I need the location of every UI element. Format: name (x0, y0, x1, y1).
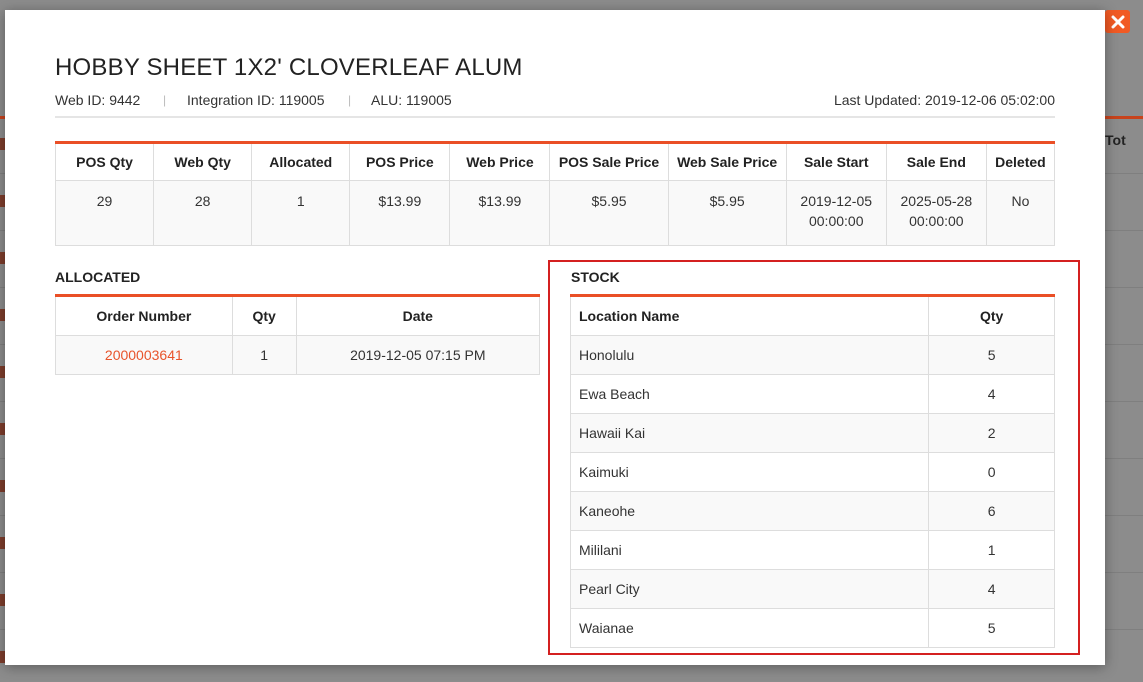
product-detail-modal: HOBBY SHEET 1X2' CLOVERLEAF ALUM Web ID:… (5, 10, 1105, 665)
close-button[interactable] (1105, 10, 1130, 33)
qty-cell: 2 (928, 413, 1055, 453)
product-title: HOBBY SHEET 1X2' CLOVERLEAF ALUM (55, 54, 523, 81)
order-number-link[interactable]: 2000003641 (105, 347, 183, 363)
alu-id: ALU: 119005 (371, 92, 452, 108)
close-icon (1111, 15, 1124, 28)
sale-end-time: 00:00:00 (909, 213, 964, 229)
allocated-section-title: ALLOCATED (55, 269, 141, 285)
sale-start-cell: 2019-12-05 00:00:00 (785, 180, 887, 246)
pos-price-cell: $13.99 (349, 180, 451, 246)
background-accent-line-right (1105, 116, 1143, 119)
qty-cell: 1 (231, 335, 297, 375)
sale-start-date: 2019-12-05 (800, 193, 873, 209)
column-header: Web Qty (153, 142, 253, 181)
web-qty-cell: 28 (153, 180, 253, 246)
location-name-cell: Mililani (569, 530, 930, 570)
column-header: Web Price (449, 142, 551, 181)
column-header: Sale Start (785, 142, 887, 181)
qty-cell: 0 (928, 452, 1055, 492)
pos-sale-price-cell: $5.95 (549, 180, 669, 246)
qty-cell: 4 (928, 569, 1055, 609)
column-header: Location Name (569, 295, 930, 336)
web-price-cell: $13.99 (449, 180, 551, 246)
location-name-cell: Hawaii Kai (569, 413, 930, 453)
location-name-cell: Waianae (569, 608, 930, 648)
order-number-cell: 2000003641 (55, 335, 233, 375)
column-header: POS Price (349, 142, 451, 181)
table-row: Honolulu 5 (569, 335, 1055, 375)
allocated-table: Order Number Qty Date 2000003641 1 2019-… (55, 294, 541, 375)
allocated-header-row: Order Number Qty Date (55, 295, 541, 336)
column-header: POS Qty (54, 142, 155, 181)
allocated-cell: 1 (251, 180, 351, 246)
web-sale-price-cell: $5.95 (667, 180, 787, 246)
location-name-cell: Honolulu (569, 335, 930, 375)
meta-separator: | (163, 93, 167, 107)
location-name-cell: Ewa Beach (569, 374, 930, 414)
column-header: Qty (231, 295, 297, 336)
table-row: Kaneohe 6 (569, 491, 1055, 531)
meta-separator: | (348, 93, 352, 107)
date-cell: 2019-12-05 07:15 PM (295, 335, 541, 375)
web-id: Web ID: 9442 (55, 92, 141, 108)
stock-header-row: Location Name Qty (569, 295, 1055, 336)
background-column-header: Tot (1105, 132, 1126, 148)
summary-row: 29 28 1 $13.99 $13.99 $5.95 $5.95 2019-1… (54, 180, 1056, 246)
table-row: Hawaii Kai 2 (569, 413, 1055, 453)
location-name-cell: Pearl City (569, 569, 930, 609)
column-header: Allocated (251, 142, 351, 181)
table-row: Ewa Beach 4 (569, 374, 1055, 414)
table-row: Mililani 1 (569, 530, 1055, 570)
column-header: Deleted (985, 142, 1056, 181)
qty-cell: 6 (928, 491, 1055, 531)
column-header: Qty (928, 295, 1055, 336)
stock-section-title: STOCK (571, 269, 620, 285)
qty-cell: 1 (928, 530, 1055, 570)
table-row: Kaimuki 0 (569, 452, 1055, 492)
table-row: Pearl City 4 (569, 569, 1055, 609)
qty-cell: 4 (928, 374, 1055, 414)
sale-end-cell: 2025-05-28 00:00:00 (885, 180, 987, 246)
column-header: Sale End (885, 142, 987, 181)
sale-end-date: 2025-05-28 (900, 193, 973, 209)
location-name-cell: Kaneohe (569, 491, 930, 531)
column-header: Date (295, 295, 541, 336)
stock-table: Location Name Qty Honolulu 5 Ewa Beach 4… (569, 294, 1055, 648)
sale-start-time: 00:00:00 (808, 213, 864, 229)
location-name-cell: Kaimuki (569, 452, 930, 492)
qty-cell: 5 (928, 335, 1055, 375)
summary-header-row: POS Qty Web Qty Allocated POS Price Web … (54, 142, 1056, 181)
integration-id: Integration ID: 119005 (187, 92, 325, 108)
qty-cell: 5 (928, 608, 1055, 648)
deleted-cell: No (985, 180, 1056, 246)
column-header: Order Number (55, 295, 233, 336)
last-updated: Last Updated: 2019-12-06 05:02:00 (833, 92, 1055, 108)
product-meta-bar: Web ID: 9442 | Integration ID: 119005 | … (55, 92, 1055, 118)
column-header: Web Sale Price (667, 142, 787, 181)
pos-qty-cell: 29 (54, 180, 155, 246)
table-row: Waianae 5 (569, 608, 1055, 648)
product-summary-table: POS Qty Web Qty Allocated POS Price Web … (54, 141, 1056, 246)
table-row: 2000003641 1 2019-12-05 07:15 PM (55, 335, 541, 375)
column-header: POS Sale Price (549, 142, 669, 181)
